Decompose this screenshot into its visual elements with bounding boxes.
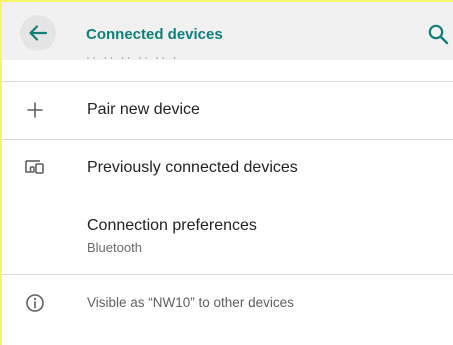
settings-screen: Connected devices ·· ·· ·· ·· ·· · Pair …	[0, 0, 453, 345]
plus-icon	[24, 99, 46, 121]
row-title: Connection preferences	[87, 217, 257, 234]
visibility-info-text: Visible as “NW10” to other devices	[87, 295, 294, 310]
devices-icon	[24, 156, 46, 178]
search-button[interactable]	[426, 22, 450, 46]
back-button[interactable]	[20, 15, 56, 51]
info-icon	[24, 292, 46, 314]
app-bar: Connected devices ·· ·· ·· ·· ·· ·	[2, 2, 453, 61]
previously-connected-devices-row[interactable]: Previously connected devices	[2, 140, 453, 196]
search-icon	[428, 24, 449, 45]
page-title: Connected devices	[86, 26, 223, 43]
settings-list: Pair new device Previously connected dev…	[2, 60, 453, 345]
divider	[2, 274, 453, 275]
row-title: Previously connected devices	[87, 159, 298, 176]
row-title: Pair new device	[87, 101, 200, 118]
connection-preferences-row[interactable]: Connection preferences Bluetooth	[2, 196, 453, 274]
row-subtitle: Bluetooth	[87, 240, 142, 255]
arrow-back-icon	[29, 25, 48, 41]
pair-new-device-row[interactable]: Pair new device	[2, 82, 453, 139]
